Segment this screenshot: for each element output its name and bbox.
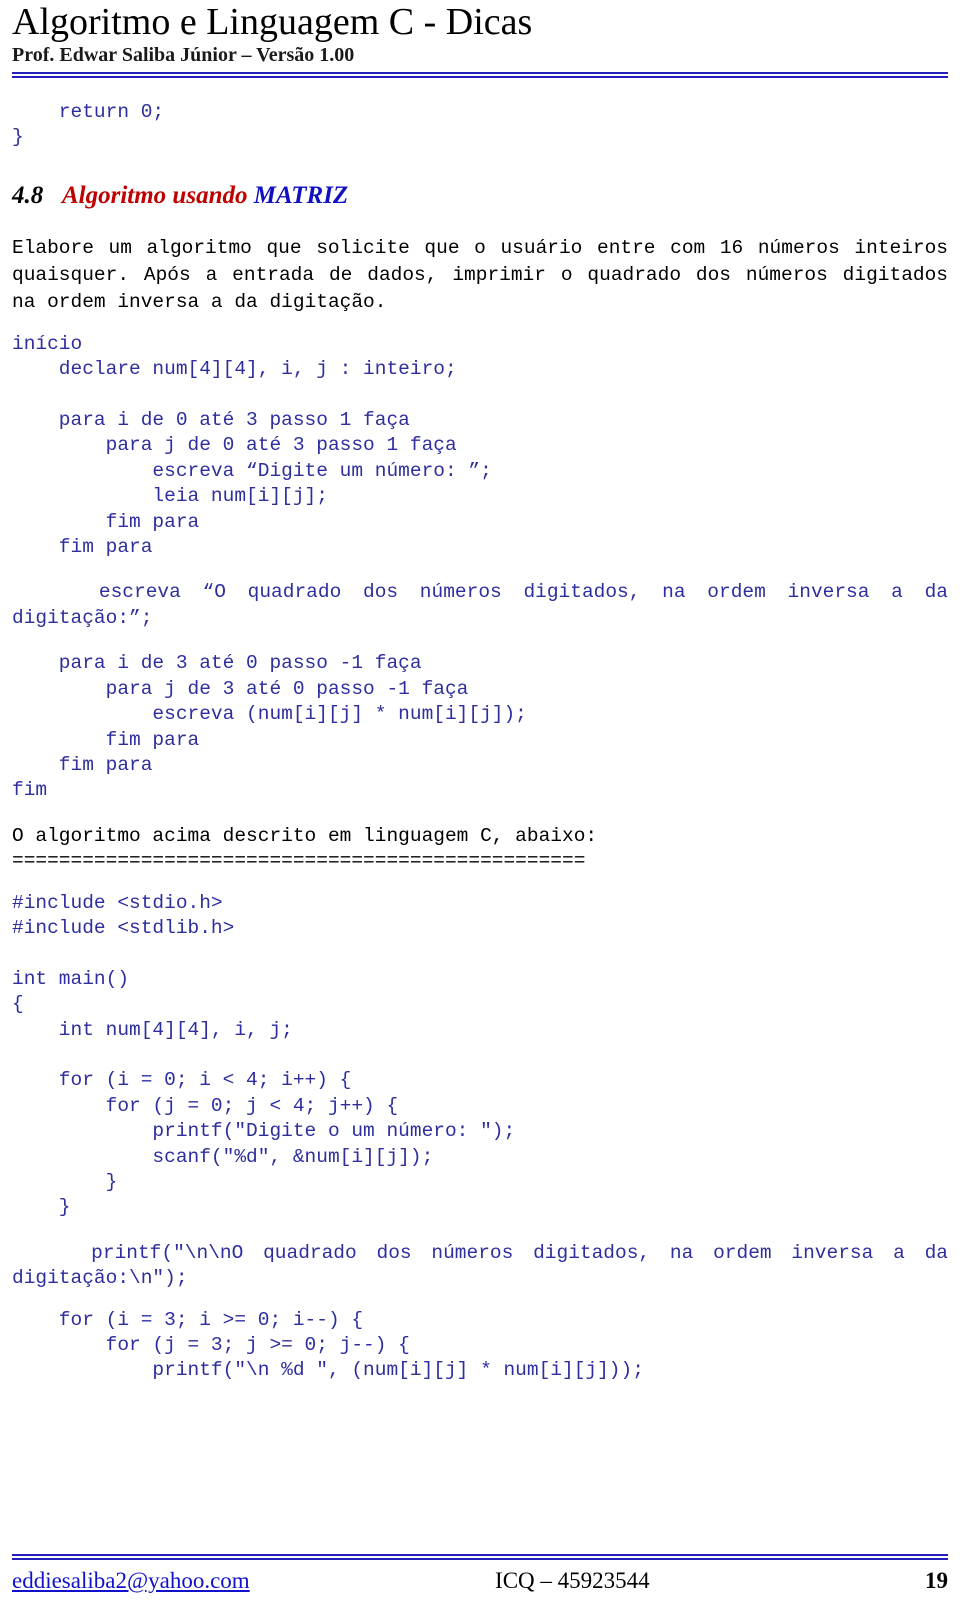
pseudocode-block-2: escreva “O quadrado dos números digitado… <box>12 581 960 629</box>
section-title-blue: MATRIZ <box>253 181 349 209</box>
document-page: Algoritmo e Linguagem C - Dicas Prof. Ed… <box>0 0 960 1600</box>
c-code-block-3: for (i = 3; i >= 0; i--) { for (j = 3; j… <box>58 1308 644 1382</box>
footer-divider <box>12 1554 948 1560</box>
c-code-note: O algoritmo acima descrito em linguagem … <box>12 824 598 847</box>
c-code-separator: ========================================… <box>12 850 586 873</box>
document-subtitle: Prof. Edwar Saliba Júnior – Versão 1.00 <box>12 44 355 66</box>
footer-email-link[interactable]: eddiesaliba2@yahoo.com <box>12 1568 250 1594</box>
section-heading: 4.8 Algoritmo usando MATRIZ <box>12 181 948 211</box>
header-divider <box>12 72 948 78</box>
page-content: return 0; } 4.8 Algoritmo usando MATRIZ … <box>12 100 948 1384</box>
pseudocode-block-3: para i de 3 até 0 passo -1 faça para j d… <box>12 652 527 802</box>
exercise-statement: Elabore um algoritmo que solicite que o … <box>12 236 948 313</box>
document-title: Algoritmo e Linguagem C - Dicas <box>12 1 533 43</box>
section-title-red: Algoritmo usando <box>62 181 254 209</box>
previous-code-tail: return 0; } <box>12 101 165 149</box>
section-gap <box>43 182 62 209</box>
c-code-block-2: printf("\n\nO quadrado dos números digit… <box>12 1241 960 1290</box>
section-number: 4.8 <box>12 181 44 209</box>
c-code-block-1: #include <stdio.h> #include <stdlib.h> i… <box>12 891 516 1219</box>
footer-page-number: 19 <box>925 1568 948 1593</box>
pseudocode-block-1: início declare num[4][4], i, j : inteiro… <box>12 332 492 559</box>
footer-icq: ICQ – 45923544 <box>495 1568 650 1593</box>
page-header: Algoritmo e Linguagem C - Dicas Prof. Ed… <box>12 0 948 78</box>
page-footer: eddiesaliba2@yahoo.com ICQ – 45923544 19 <box>12 1554 948 1594</box>
footer-row: eddiesaliba2@yahoo.com ICQ – 45923544 19 <box>12 1568 948 1594</box>
